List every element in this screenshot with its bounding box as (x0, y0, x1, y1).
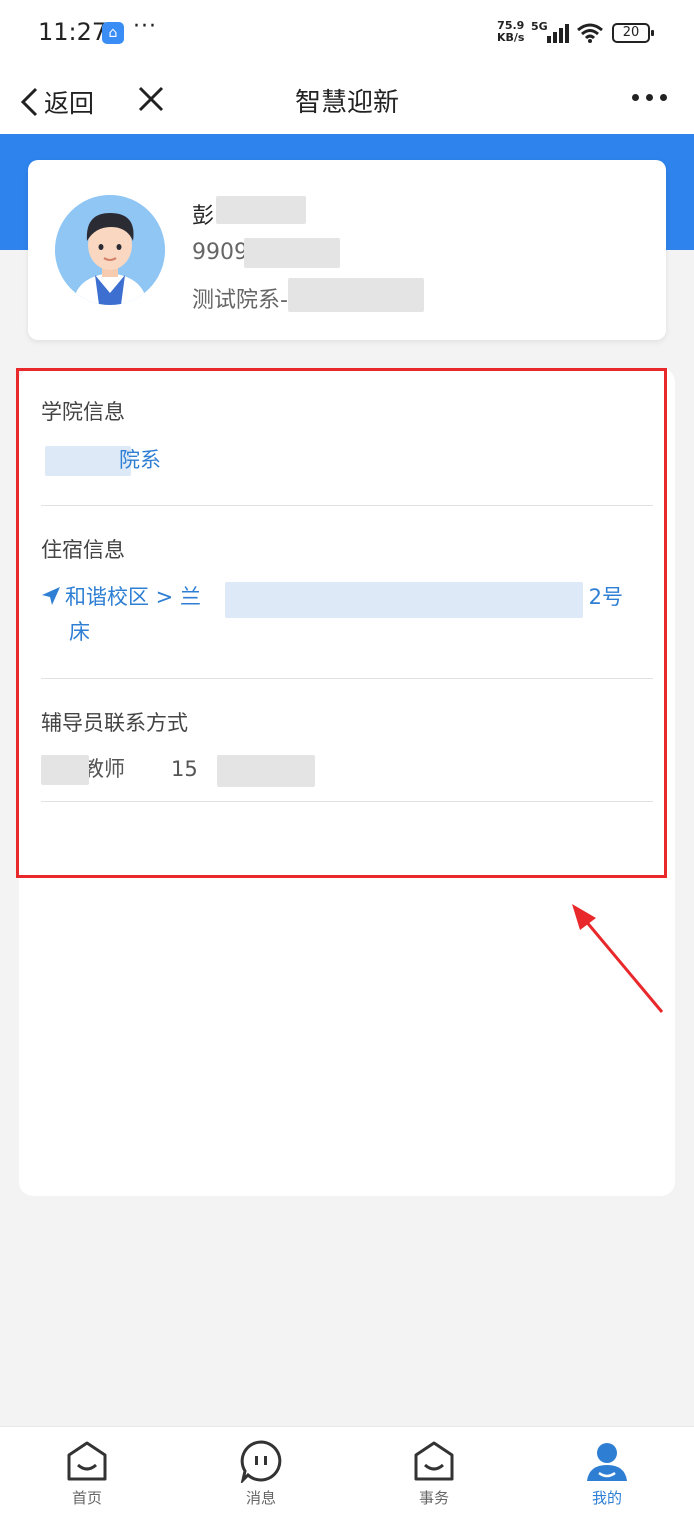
profile-icon (587, 1443, 627, 1481)
profile-department: 测试院系- (192, 288, 288, 313)
tab-home[interactable]: 首页 (42, 1439, 132, 1508)
tab-profile-label: 我的 (591, 1489, 622, 1507)
profile-name: 彭 (192, 204, 215, 229)
tab-messages-label: 消息 (245, 1489, 276, 1507)
redaction (288, 278, 424, 312)
profile-student-id: 9909 (192, 240, 248, 265)
tab-profile[interactable]: 我的 (562, 1439, 652, 1508)
avatar-illustration (55, 195, 165, 305)
page-title: 智慧迎新 (294, 88, 399, 118)
net-speed-unit: KB/s (497, 31, 525, 44)
app-notification-icon: ⌂ (102, 22, 124, 44)
tab-home-label: 首页 (71, 1489, 102, 1507)
avatar (55, 195, 165, 305)
message-icon (240, 1440, 282, 1483)
profile-card: 彭 9909 测试院系- (28, 160, 666, 340)
status-bar: 11:27 ⌂ ··· 75.9 KB/s 5G 20 (0, 0, 694, 70)
home-icon (67, 1441, 107, 1481)
more-dot-icon (646, 94, 653, 101)
affairs-icon (414, 1441, 454, 1481)
tab-bar: 首页 消息 事务 我的 (0, 1426, 694, 1518)
redaction (244, 238, 340, 268)
more-dot-icon (660, 94, 667, 101)
tab-affairs-label: 事务 (418, 1489, 449, 1507)
more-options-button[interactable] (632, 94, 668, 108)
annotation-highlight-box (16, 368, 667, 878)
status-time: 11:27 (38, 18, 108, 46)
signal-icon (547, 24, 569, 43)
tab-messages[interactable]: 消息 (216, 1439, 306, 1508)
tab-affairs[interactable]: 事务 (389, 1439, 479, 1508)
redaction (216, 196, 306, 224)
wifi-icon (577, 23, 603, 43)
more-notifications-icon: ··· (133, 14, 157, 39)
more-dot-icon (632, 94, 639, 101)
battery-indicator: 20 (612, 23, 654, 43)
annotation-arrow (572, 904, 664, 1013)
nav-bar: 返回 智慧迎新 (0, 70, 694, 134)
net-speed: 75.9 KB/s (497, 20, 524, 44)
